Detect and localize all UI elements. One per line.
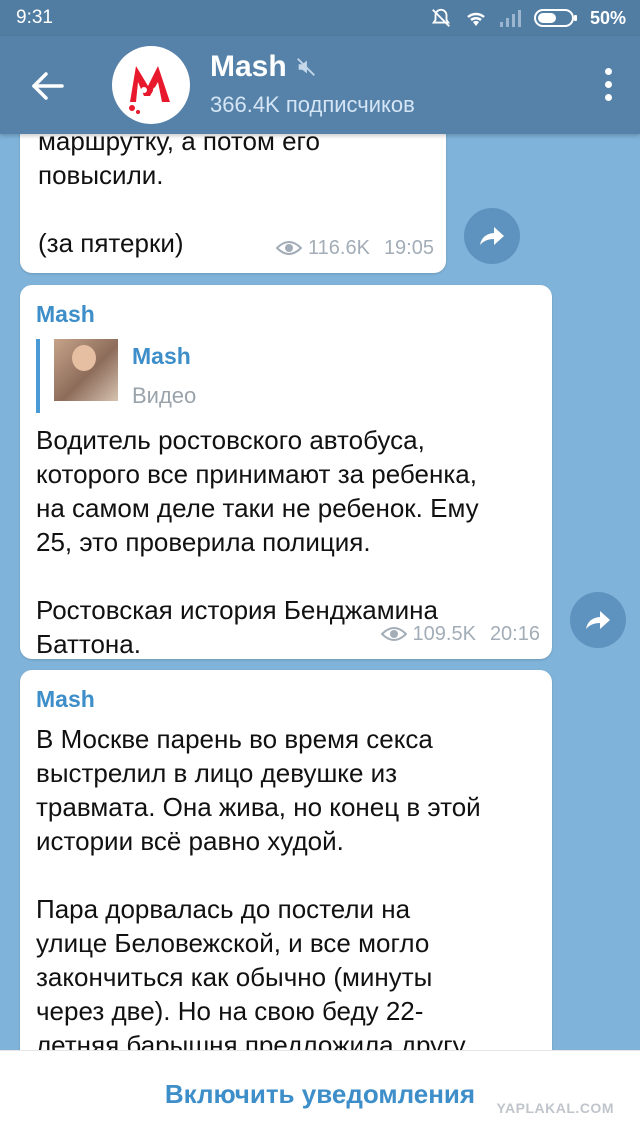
- reply-author: Mash: [132, 343, 191, 369]
- chat-header: Mash 366.4K подписчиков: [0, 36, 640, 134]
- back-arrow-icon[interactable]: [28, 66, 68, 106]
- views-eye-icon: [380, 627, 407, 641]
- reply-thumbnail: [54, 339, 118, 401]
- channel-avatar[interactable]: [112, 46, 190, 124]
- battery-icon: [533, 9, 577, 27]
- status-bar: 9:31 50%: [0, 0, 640, 36]
- message-author[interactable]: Mash: [36, 297, 536, 331]
- status-time: 9:31: [16, 7, 53, 28]
- watermark: YAPLAKAL.COM: [496, 1100, 614, 1116]
- view-count: 109.5K: [412, 623, 476, 645]
- message-meta: 116.6K 19:05: [276, 231, 434, 265]
- channel-title-row[interactable]: Mash: [210, 50, 317, 84]
- view-count: 116.6K: [308, 237, 370, 259]
- message-time: 19:05: [383, 237, 434, 259]
- bottom-bar: Включить уведомления YAPLAKAL.COM: [0, 1050, 640, 1138]
- message-time: 20:16: [489, 623, 540, 645]
- subscriber-count: 366.4K подписчиков: [210, 92, 415, 117]
- signal-icon: [499, 10, 521, 27]
- mute-bell-icon: [431, 8, 451, 27]
- message-list[interactable]: маршрутку, а потом его повысили. (за пят…: [0, 134, 640, 1050]
- reply-preview[interactable]: Mash Видео: [36, 339, 536, 413]
- battery-percent: 50%: [589, 7, 626, 28]
- muted-speaker-icon: [296, 58, 315, 76]
- enable-notifications-button[interactable]: Включить уведомления: [165, 1079, 475, 1110]
- wifi-icon: [467, 12, 485, 26]
- message-bubble[interactable]: Mash В Москве парень во время секса выст…: [20, 670, 552, 1050]
- status-icons: 50%: [430, 7, 626, 29]
- message-text: В Москве парень во время секса выстрелил…: [36, 724, 481, 1050]
- channel-title: Mash: [210, 50, 287, 83]
- message-author[interactable]: Mash: [36, 682, 536, 716]
- mash-logo-icon: [129, 66, 170, 114]
- message-meta: 109.5K 20:16: [380, 617, 540, 651]
- share-button[interactable]: [464, 208, 520, 264]
- share-arrow-icon: [586, 611, 610, 629]
- share-button[interactable]: [570, 592, 626, 648]
- message-bubble[interactable]: маршрутку, а потом его повысили. (за пят…: [20, 134, 446, 273]
- share-arrow-icon: [480, 227, 504, 245]
- more-options-icon[interactable]: [602, 68, 614, 104]
- views-eye-icon: [276, 241, 303, 255]
- reply-type: Видео: [132, 383, 197, 408]
- message-bubble[interactable]: Mash Mash Видео Водитель ростовского авт…: [20, 285, 552, 659]
